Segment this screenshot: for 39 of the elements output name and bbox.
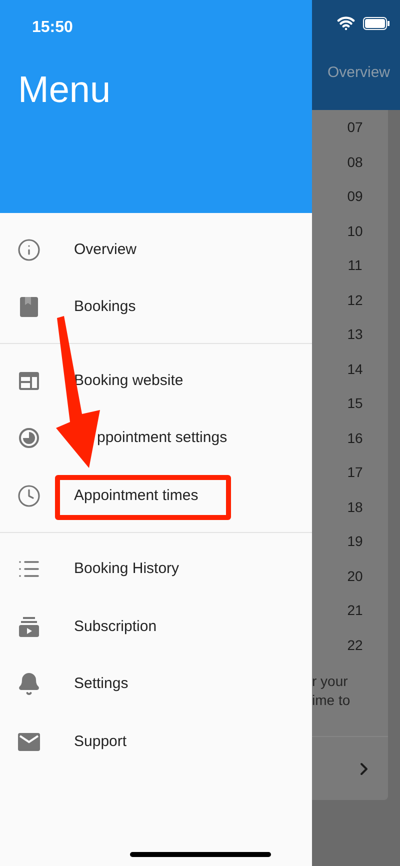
hour-label: 07 [347, 118, 363, 137]
note-text: r your [312, 672, 349, 691]
hour-label: 20 [347, 566, 363, 586]
menu-item[interactable]: ppointment settings [0, 410, 312, 467]
pie-chart-icon [18, 427, 40, 450]
battery-icon [363, 16, 390, 30]
menu-item[interactable]: Subscription [0, 598, 312, 656]
app-bar-title: Overview [327, 63, 390, 83]
menu-item[interactable]: Settings [0, 656, 312, 713]
menu-item[interactable]: Bookings [0, 278, 312, 336]
wifi-icon [337, 14, 355, 32]
hour-label: 15 [347, 394, 363, 413]
bell-icon [17, 672, 41, 696]
book-icon [19, 296, 39, 318]
hour-label: 10 [347, 222, 363, 240]
subscription-icon [18, 616, 40, 638]
hour-label: 13 [347, 325, 363, 344]
menu-item[interactable]: Overview [0, 221, 312, 278]
note-text: ime to [312, 691, 352, 710]
menu-item[interactable]: Appointment times [0, 467, 312, 524]
hour-label: 22 [347, 636, 363, 654]
hour-label: 16 [347, 428, 363, 448]
status-time: 15:50 [32, 18, 73, 38]
menu-item[interactable]: Support [0, 713, 312, 770]
hour-label: 11 [348, 256, 362, 275]
hour-label: 12 [347, 290, 363, 310]
hour-label: 14 [347, 360, 363, 378]
hour-label: 19 [347, 532, 363, 551]
hour-label: 21 [347, 601, 363, 620]
hour-label: 09 [347, 187, 363, 206]
clock-icon [17, 484, 41, 508]
hour-label: 18 [347, 498, 363, 516]
info-icon [17, 238, 41, 262]
mail-icon [18, 732, 40, 751]
browser-window-icon [18, 370, 40, 391]
hour-label: 08 [347, 152, 363, 172]
menu-item[interactable]: Booking History [0, 540, 312, 598]
drawer-title: Menu [18, 68, 111, 112]
hour-label: 17 [347, 463, 363, 482]
